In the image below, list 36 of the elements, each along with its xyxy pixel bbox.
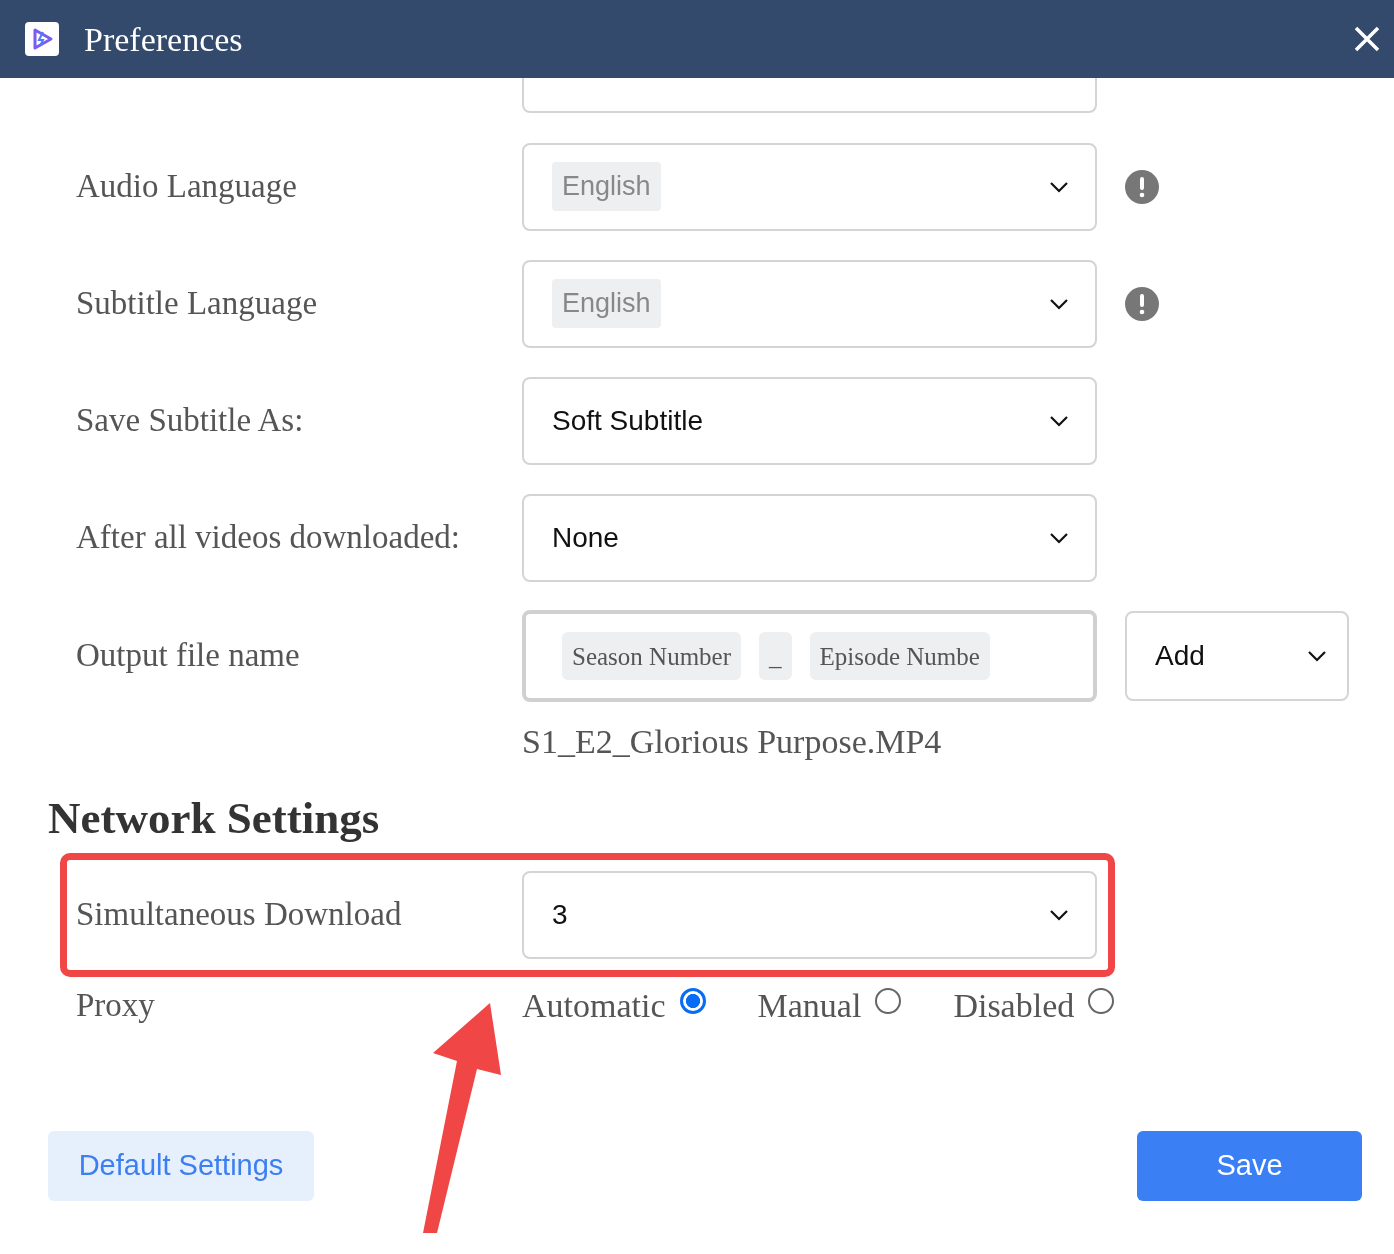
warning-icon: [1125, 286, 1159, 321]
close-icon[interactable]: [1354, 26, 1380, 52]
name-token[interactable]: _: [759, 632, 792, 680]
dropdown-field[interactable]: Soft Subtitle: [522, 376, 1097, 465]
radio-option[interactable]: Disabled: [953, 980, 1115, 1031]
setting-label: After all videos downloaded:: [76, 517, 461, 557]
caret-icon: [1049, 531, 1069, 544]
caret-icon: [1049, 414, 1069, 427]
setting-label: Audio Language: [76, 166, 298, 206]
dropdown-field[interactable]: 3: [522, 870, 1097, 959]
name-token[interactable]: Episode Numbe: [809, 632, 990, 680]
setting-label: Subtitle Language: [76, 283, 319, 323]
name-token[interactable]: Season Number: [562, 632, 741, 680]
add-dropdown[interactable]: Add: [1125, 611, 1349, 701]
selected-value: English: [552, 279, 661, 328]
app-logo-icon: [24, 21, 60, 57]
window-title: Preferences: [84, 19, 243, 60]
save-button[interactable]: Save: [1137, 1130, 1362, 1201]
default-settings-button[interactable]: Default Settings: [48, 1130, 314, 1201]
dropdown-field[interactable]: None: [522, 493, 1097, 582]
warning-icon: [1125, 169, 1159, 204]
caret-icon: [1049, 180, 1069, 193]
section-heading: Network Settings: [48, 792, 381, 845]
setting-label: Save Subtitle As:: [76, 400, 305, 440]
radio-option[interactable]: Manual: [757, 980, 902, 1031]
dropdown-field[interactable]: [522, 78, 1097, 113]
file-name-preview: S1_E2_Glorious Purpose.MP4: [522, 722, 943, 762]
radio-option[interactable]: Automatic: [522, 980, 706, 1031]
file-name-pattern-field[interactable]: Season Number _ Episode Numbe: [522, 610, 1097, 702]
setting-label: Simultaneous Download: [76, 894, 403, 934]
caret-icon: [1049, 908, 1069, 921]
selected-value: English: [552, 162, 661, 211]
caret-icon: [1049, 297, 1069, 310]
setting-label: Output file name: [76, 636, 301, 676]
setting-label: Proxy: [76, 985, 156, 1025]
caret-icon: [1307, 650, 1327, 662]
